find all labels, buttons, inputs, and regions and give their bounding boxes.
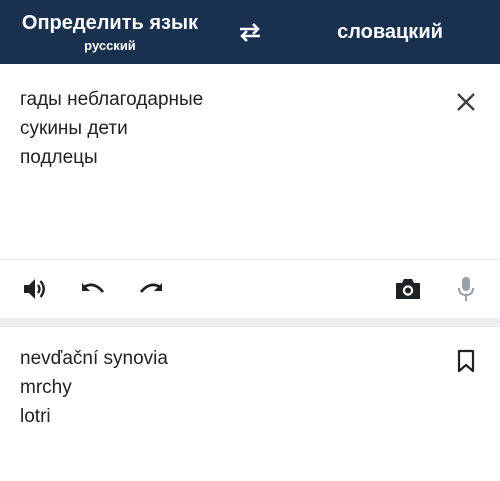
listen-button[interactable]	[21, 275, 49, 303]
undo-button[interactable]	[79, 275, 107, 303]
detected-language-label: русский	[84, 38, 136, 53]
microphone-icon	[458, 277, 474, 301]
clear-text-button[interactable]	[452, 88, 480, 116]
redo-button[interactable]	[137, 275, 165, 303]
input-toolbar	[0, 260, 500, 316]
redo-icon	[139, 283, 162, 293]
translation-text-line: mrchy	[20, 377, 72, 398]
source-text-line: гады неблагодарные	[20, 89, 204, 110]
swap-languages-button[interactable]	[232, 16, 268, 48]
speaker-icon	[24, 279, 45, 299]
translation-area: nevďační synovia mrchy lotri	[0, 327, 500, 481]
close-icon	[457, 93, 475, 111]
target-language-label: словацкий	[337, 20, 443, 43]
undo-icon	[82, 283, 105, 293]
microphone-button[interactable]	[452, 275, 480, 303]
app-header: Определить язык русский словацкий	[0, 0, 500, 64]
source-text[interactable]: гады неблагодарные сукины дети подлецы	[20, 85, 440, 172]
translation-text-line: nevďační synovia	[20, 348, 168, 369]
bookmark-icon	[457, 349, 475, 373]
translation-text-line: lotri	[20, 406, 51, 427]
camera-icon	[396, 279, 420, 299]
save-translation-button[interactable]	[454, 347, 478, 375]
section-separator	[0, 318, 500, 327]
target-language-selector[interactable]: словацкий	[280, 0, 500, 64]
source-text-line: подлецы	[20, 147, 98, 168]
source-text-line: сукины дети	[20, 118, 128, 139]
swap-arrows-icon	[240, 23, 260, 42]
source-language-selector[interactable]: Определить язык русский	[0, 0, 220, 64]
translation-text: nevďační synovia mrchy lotri	[20, 344, 440, 431]
camera-button[interactable]	[394, 275, 422, 303]
source-text-area[interactable]: гады неблагодарные сукины дети подлецы	[0, 64, 500, 260]
source-language-label: Определить язык	[21, 12, 199, 34]
